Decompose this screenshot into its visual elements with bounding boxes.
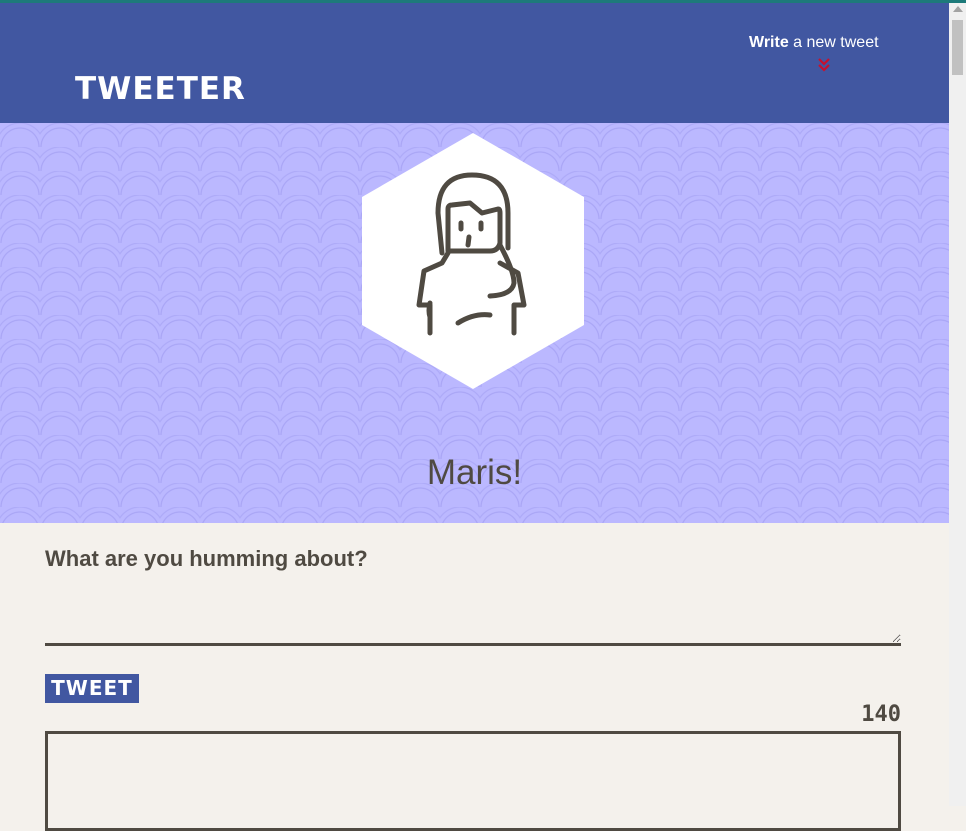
tweets-container (45, 731, 901, 831)
compose-toggle-link[interactable]: Write a new tweet (749, 34, 889, 72)
avatar (362, 133, 584, 389)
top-nav: Tweeter Write a new tweet (0, 3, 949, 123)
compose-toggle-strong: Write (749, 34, 789, 51)
brand-logo[interactable]: Tweeter (75, 74, 246, 105)
scroll-up-arrow-icon[interactable] (953, 6, 963, 12)
user-name: Maris! (426, 453, 523, 492)
woman-avatar-icon (362, 133, 584, 389)
vertical-scrollbar[interactable] (949, 3, 966, 806)
character-counter: 140 (861, 702, 901, 727)
profile-header: Maris! (0, 123, 949, 523)
compose-label: What are you humming about? (45, 546, 368, 571)
compose-toggle-text: a new tweet (788, 34, 879, 51)
tweet-text-input[interactable] (45, 580, 901, 646)
double-chevron-down-icon[interactable] (817, 57, 831, 73)
tweet-submit-button[interactable]: Tweet (45, 674, 139, 703)
scroll-thumb[interactable] (952, 20, 963, 75)
